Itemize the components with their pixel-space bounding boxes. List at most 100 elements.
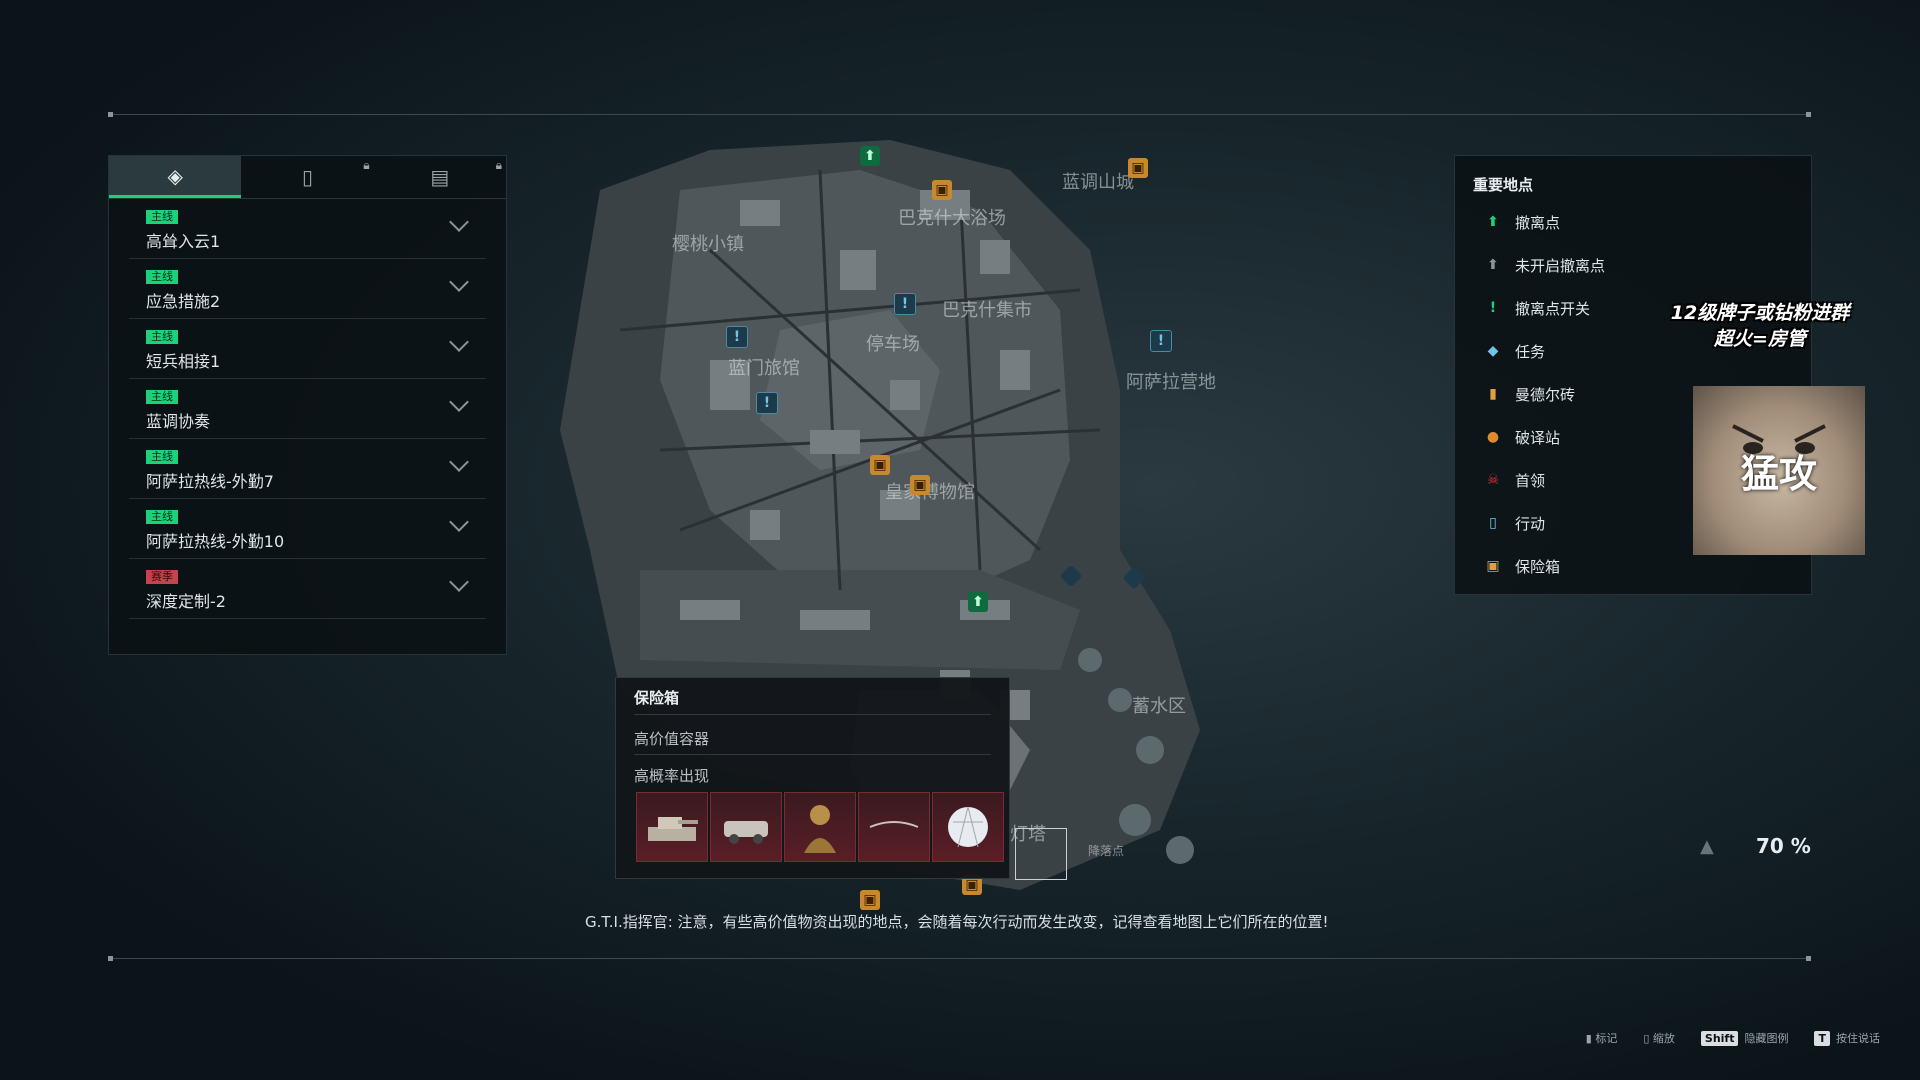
zoom-level: 70 %	[1756, 834, 1811, 858]
map-label: 蓝调山城	[1062, 172, 1134, 193]
quest-badge: 赛季	[146, 570, 178, 584]
hint-label: 标记	[1595, 1032, 1618, 1045]
quest-item[interactable]: 主线 高耸入云1	[129, 199, 486, 259]
loot-item	[636, 792, 708, 862]
legend-item[interactable]: ● 破译站	[1483, 425, 1560, 449]
chevron-down-icon[interactable]	[449, 392, 469, 412]
quest-item[interactable]: 赛季 深度定制-2	[129, 559, 486, 619]
legend-item[interactable]: ⬆ 未开启撤离点	[1483, 253, 1605, 277]
frame-corner	[1806, 956, 1811, 961]
tab-actions[interactable]: ▯ 🔒︎	[241, 156, 373, 198]
quest-badge: 主线	[146, 270, 178, 284]
quest-item[interactable]: 主线 应急措施2	[129, 259, 486, 319]
map-label: 巴克什集市	[942, 300, 1032, 321]
tooltip-title: 保险箱	[634, 689, 680, 707]
extraction-icon: ⬆	[1487, 214, 1499, 230]
legend-item[interactable]: ! 撤离点开关	[1483, 296, 1590, 320]
quest-name: 短兵相接1	[146, 352, 221, 371]
quest-item[interactable]: 主线 蓝调协奏	[129, 379, 486, 439]
safe-icon: ▣	[1486, 558, 1500, 574]
task-icon: ◈	[167, 163, 183, 188]
legend-label: 曼德尔砖	[1515, 385, 1576, 404]
chevron-down-icon[interactable]	[449, 332, 469, 352]
legend-label: 任务	[1515, 342, 1546, 361]
legend-item[interactable]: ▯ 行动	[1483, 511, 1545, 535]
safe-marker[interactable]: ▣	[870, 455, 890, 475]
quest-badge: 主线	[146, 510, 178, 524]
action-icon: ▯	[1489, 515, 1497, 531]
chevron-down-icon[interactable]	[449, 212, 469, 232]
legend-label: 未开启撤离点	[1515, 256, 1606, 275]
legend-item[interactable]: ▣ 保险箱	[1483, 554, 1560, 578]
hint-label: 缩放	[1652, 1032, 1675, 1045]
armored-car-model-icon	[724, 821, 768, 844]
legend-label: 首领	[1515, 471, 1546, 490]
quest-item[interactable]: 主线 阿萨拉热线-外勤10	[129, 499, 486, 559]
quest-badge: 主线	[146, 330, 178, 344]
extraction-point-marker[interactable]: ⬆	[860, 146, 880, 166]
tab-tasks[interactable]: ◈	[109, 156, 242, 198]
safe-marker[interactable]: ▣	[910, 475, 930, 495]
loot-item	[710, 792, 782, 862]
legend-item[interactable]: ◆ 任务	[1483, 339, 1545, 363]
legend-label: 撤离点开关	[1515, 299, 1591, 318]
legend-title: 重要地点	[1473, 176, 1534, 194]
map-label: 阿萨拉营地	[1126, 372, 1216, 393]
loot-item	[932, 792, 1004, 862]
quest-name: 深度定制-2	[146, 592, 226, 611]
loot-items	[636, 792, 1004, 862]
extraction-switch-icon: !	[1489, 300, 1497, 316]
map-label: 蓝门旅馆	[728, 358, 800, 379]
safe-marker[interactable]: ▣	[1128, 158, 1148, 178]
chevron-down-icon[interactable]	[449, 572, 469, 592]
chevron-down-icon[interactable]	[449, 512, 469, 532]
map-label: 巴克什大浴场	[898, 208, 1006, 229]
map-label: 樱桃小镇	[672, 234, 744, 255]
mandel-brick-icon: ▮	[1489, 386, 1497, 402]
chevron-down-icon[interactable]	[449, 452, 469, 472]
extraction-point-marker[interactable]: ⬆	[968, 592, 988, 612]
legend-item[interactable]: ☠ 首领	[1483, 468, 1545, 492]
frame-bottom-line	[110, 958, 1810, 959]
tooltip-subtitle: 高概率出现	[634, 767, 710, 785]
safe-marker[interactable]: ▣	[932, 180, 952, 200]
bust-statue-icon	[804, 805, 836, 853]
action-marker[interactable]: !	[1150, 330, 1172, 352]
hint-mark[interactable]: ▮ 标记	[1586, 1030, 1618, 1046]
quest-panel: ◈ ▯ 🔒︎ ▤ 🔒︎ 主线 高耸入云1 主线 应急措施2 主线 短兵相接1 主…	[108, 155, 507, 655]
dialogue-subtitle: G.T.I.指挥官: 注意，有些高价值物资出现的地点，会随着每次行动而发生改变，…	[585, 913, 1329, 931]
hint-hide-legend[interactable]: Shift 隐藏图例	[1700, 1030, 1788, 1046]
mouse-left-icon: ▮	[1585, 1032, 1596, 1045]
map-label: 停车场	[866, 334, 920, 355]
necklace-icon	[869, 821, 919, 828]
hint-zoom[interactable]: ▯ 缩放	[1643, 1030, 1675, 1046]
frame-corner	[1806, 112, 1811, 117]
lock-icon: 🔒︎	[495, 158, 502, 172]
boss-icon: ☠	[1486, 472, 1500, 488]
diamond-icon	[948, 806, 988, 848]
hint-push-to-talk[interactable]: T 按住说话	[1814, 1030, 1880, 1046]
quest-tabs: ◈ ▯ 🔒︎ ▤ 🔒︎	[109, 156, 506, 199]
legend-item[interactable]: ⬆ 撤离点	[1483, 210, 1560, 234]
legend-label: 保险箱	[1515, 557, 1561, 576]
tab-calendar[interactable]: ▤ 🔒︎	[374, 156, 506, 198]
map-label: 蓄水区	[1132, 696, 1186, 717]
action-marker[interactable]: !	[756, 392, 778, 414]
quest-item[interactable]: 主线 阿萨拉热线-外勤7	[129, 439, 486, 499]
chevron-down-icon[interactable]	[449, 272, 469, 292]
player-cursor-reticle	[1015, 828, 1067, 880]
action-marker[interactable]: !	[726, 326, 748, 348]
legend-label: 破译站	[1515, 428, 1561, 447]
map-label: 皇家博物馆	[885, 482, 975, 503]
action-icon: ▯	[301, 165, 313, 189]
safe-marker[interactable]: ▣	[860, 890, 880, 910]
divider	[634, 714, 991, 715]
quest-name: 阿萨拉热线-外勤7	[146, 472, 274, 491]
stream-overlay-image: 猛攻	[1693, 386, 1865, 555]
action-marker[interactable]: !	[894, 293, 916, 315]
loot-item	[784, 792, 856, 862]
quest-item[interactable]: 主线 短兵相接1	[129, 319, 486, 379]
legend-item[interactable]: ▮ 曼德尔砖	[1483, 382, 1575, 406]
overlay-line: 12级牌子或钻粉进群	[1670, 302, 1850, 324]
key-cap: T	[1814, 1031, 1830, 1046]
